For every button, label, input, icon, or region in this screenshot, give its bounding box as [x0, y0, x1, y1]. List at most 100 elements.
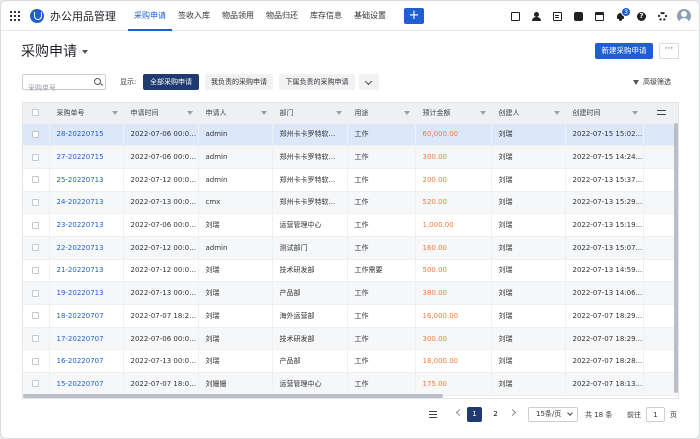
- page-number-2[interactable]: 2: [488, 407, 503, 422]
- tab-inventory[interactable]: 库存信息: [304, 1, 348, 31]
- row-checkbox[interactable]: [32, 335, 40, 343]
- table-row[interactable]: 17-20220707 2022-07-06 00:00... 刘瑞 技术研发部 工作 3…: [23, 327, 678, 351]
- order-number-link[interactable]: 27-20220715: [49, 145, 124, 169]
- column-header[interactable]: 创建人: [491, 103, 566, 124]
- contacts-icon[interactable]: [532, 11, 541, 21]
- page-size-select[interactable]: 15条/页: [528, 407, 578, 422]
- create-time-cell: 2022-07-13 14:59...: [565, 259, 644, 283]
- row-checkbox[interactable]: [32, 130, 40, 138]
- phone-icon[interactable]: [574, 11, 583, 21]
- column-header[interactable]: 预计金额: [415, 103, 492, 124]
- horizontal-scrollbar[interactable]: [23, 394, 443, 398]
- order-number-link[interactable]: 15-20220707: [49, 372, 124, 396]
- page-number-1[interactable]: 1: [467, 407, 482, 422]
- prev-page-icon[interactable]: [455, 408, 464, 417]
- order-number-link[interactable]: 19-20220713: [49, 281, 124, 305]
- chevron-down-icon: [567, 410, 573, 416]
- vertical-scrollbar[interactable]: [674, 123, 678, 393]
- select-all-checkbox[interactable]: [32, 109, 40, 117]
- order-number-link[interactable]: 18-20220707: [49, 304, 124, 328]
- row-checkbox[interactable]: [32, 198, 40, 206]
- order-number-link[interactable]: 28-20220715: [49, 123, 124, 147]
- main-nav: 采购申请 签收入库 物品领用 物品归还 库存信息 基础设置: [128, 1, 392, 31]
- order-number-link[interactable]: 22-20220713: [49, 236, 124, 260]
- order-number-link[interactable]: 24-20220713: [49, 191, 124, 215]
- sort-caret-icon: [553, 111, 560, 115]
- tab-sign-in-storage[interactable]: 签收入库: [172, 1, 216, 31]
- table-row[interactable]: 16-20220707 2022-07-13 00:00... 刘瑞 产品部 工作 18,…: [23, 349, 678, 374]
- row-checkbox[interactable]: [32, 244, 40, 252]
- document-icon[interactable]: [553, 11, 562, 21]
- filter-more-button[interactable]: [359, 74, 379, 90]
- purpose-cell: 工作: [347, 281, 416, 305]
- more-actions-button[interactable]: ···: [659, 43, 679, 59]
- column-settings-icon[interactable]: [656, 109, 666, 116]
- app-logo-icon: [30, 8, 44, 23]
- sort-caret-icon: [479, 111, 486, 115]
- row-checkbox-cell: [23, 281, 50, 305]
- table-row[interactable]: 22-20220713 2022-07-12 00:00... admin 测试部门工…: [23, 236, 678, 260]
- add-button[interactable]: +: [404, 7, 424, 24]
- apply-time-cell: 2022-07-12 00:00...: [123, 168, 199, 192]
- filter-chip-all[interactable]: 全部采购申请: [143, 74, 199, 90]
- create-time-cell: 2022-07-13 14:06...: [565, 281, 644, 305]
- table-row[interactable]: 18-20220707 2022-07-07 18:25... 刘瑞 海外运营部 工作 1…: [23, 304, 678, 328]
- apply-time-cell: 2022-07-06 00:00...: [123, 327, 199, 351]
- table-row[interactable]: 25-20220713 2022-07-12 00:00... admin 郑州卡卡罗…: [23, 168, 678, 192]
- column-header[interactable]: 申请人: [198, 103, 273, 124]
- top-nav-bar: 办公用品管理 采购申请 签收入库 物品领用 物品归还 库存信息 基础设置 + 3…: [1, 1, 699, 31]
- advanced-filter-button[interactable]: 高级筛选: [633, 77, 671, 87]
- table-row[interactable]: 24-20220713 2022-07-13 00:00... cmx 郑州卡卡罗特软…: [23, 191, 678, 215]
- search-input[interactable]: [23, 81, 89, 95]
- order-number-link[interactable]: 17-20220707: [49, 327, 124, 351]
- column-header[interactable]: 采购单号: [49, 103, 124, 124]
- calendar-icon[interactable]: [595, 11, 604, 21]
- table-row[interactable]: 28-20220715 2022-07-06 00:00... admin 郑州卡卡罗…: [23, 123, 678, 147]
- apps-grid-icon[interactable]: [10, 10, 20, 21]
- row-checkbox[interactable]: [32, 176, 40, 184]
- table-row[interactable]: 19-20220713 2022-07-13 00:00... 刘瑞 产品部 工作 380…: [23, 281, 678, 305]
- row-checkbox-cell: [23, 372, 50, 396]
- help-icon[interactable]: ?: [637, 11, 646, 21]
- sort-caret-icon: [335, 111, 342, 115]
- row-checkbox[interactable]: [32, 221, 40, 229]
- row-checkbox[interactable]: [32, 357, 40, 365]
- tab-basic-settings[interactable]: 基础设置: [348, 1, 392, 31]
- goto-unit: 页: [670, 411, 677, 419]
- sort-caret-icon: [111, 111, 118, 115]
- gear-icon[interactable]: [658, 11, 667, 21]
- row-checkbox[interactable]: [32, 380, 40, 388]
- table-row[interactable]: 23-20220713 2022-07-06 00:00... 刘瑞 运营管理中心 工作…: [23, 213, 678, 237]
- tab-item-requisition[interactable]: 物品领用: [216, 1, 260, 31]
- search-icon[interactable]: [94, 78, 101, 85]
- column-header[interactable]: 创建时间: [565, 103, 644, 124]
- page-title[interactable]: 采购申请: [21, 41, 88, 61]
- table-row[interactable]: 21-20220713 2022-07-12 00:00... 刘瑞 技术研发部 工作需…: [23, 259, 678, 283]
- filter-chip-subordinates[interactable]: 下属负责的采购申请: [279, 74, 355, 90]
- row-checkbox[interactable]: [32, 153, 40, 161]
- create-time-cell: 2022-07-15 15:02...: [565, 123, 644, 147]
- order-number-link[interactable]: 21-20220713: [49, 259, 124, 283]
- row-checkbox[interactable]: [32, 312, 40, 320]
- tab-item-return[interactable]: 物品归还: [260, 1, 304, 31]
- filter-chip-mine[interactable]: 我负责的采购申请: [205, 74, 273, 90]
- table-row[interactable]: 15-20220707 2022-07-07 18:09... 刘姗姗 运营管理中心工…: [23, 372, 678, 396]
- next-page-icon[interactable]: [508, 408, 517, 417]
- tab-purchase-request[interactable]: 采购申请: [128, 1, 172, 31]
- row-checkbox[interactable]: [32, 266, 40, 274]
- column-header[interactable]: 用途: [347, 103, 416, 124]
- order-number-link[interactable]: 23-20220713: [49, 213, 124, 237]
- applicant-cell: admin: [198, 145, 273, 169]
- user-avatar[interactable]: [677, 9, 691, 23]
- new-purchase-request-button[interactable]: 新建采购申请: [595, 43, 653, 59]
- column-header[interactable]: 申请时间: [123, 103, 199, 124]
- bell-icon[interactable]: 3: [616, 6, 631, 21]
- column-header[interactable]: 部门: [272, 103, 348, 124]
- goto-page-input[interactable]: [646, 407, 665, 422]
- table-row[interactable]: 27-20220715 2022-07-06 00:00... admin 郑州卡卡罗…: [23, 145, 678, 169]
- order-number-link[interactable]: 16-20220707: [49, 349, 124, 374]
- task-check-icon[interactable]: [511, 11, 520, 21]
- list-view-icon[interactable]: [429, 411, 437, 418]
- order-number-link[interactable]: 25-20220713: [49, 168, 124, 192]
- row-checkbox[interactable]: [32, 289, 40, 297]
